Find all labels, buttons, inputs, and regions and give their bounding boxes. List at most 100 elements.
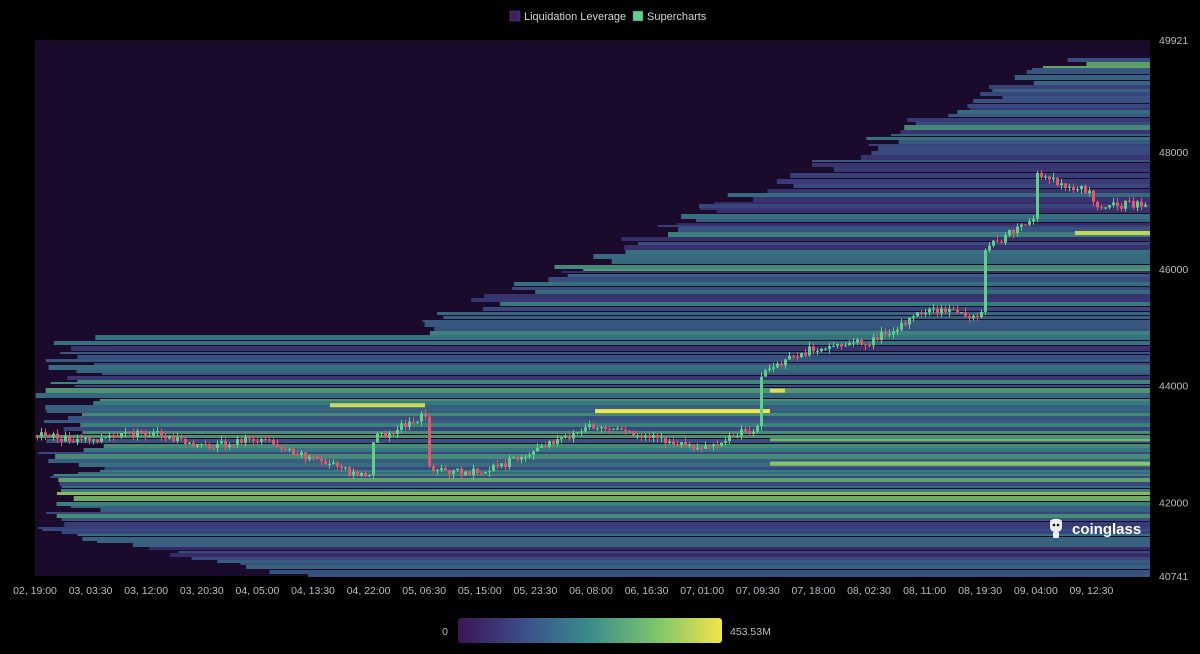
candle-body <box>728 435 731 441</box>
candle-body <box>472 468 475 475</box>
candle-body <box>764 370 767 377</box>
candle-body <box>436 470 439 471</box>
candle-body <box>216 443 219 448</box>
x-tick-label: 04, 05:00 <box>236 585 280 597</box>
candle-body <box>112 435 115 437</box>
candle-body <box>564 436 567 438</box>
heat-band <box>866 137 1150 140</box>
candle-body <box>876 337 879 341</box>
candle-body <box>36 435 39 437</box>
candle-body <box>388 433 391 438</box>
candle-body <box>932 308 935 310</box>
candle-body <box>1008 230 1011 235</box>
heat-band <box>217 560 1150 563</box>
candle-body <box>508 457 511 467</box>
candle-body <box>844 345 847 347</box>
x-tick-label: 07, 01:00 <box>680 585 724 597</box>
candle-body <box>928 308 931 313</box>
candle-body <box>1048 176 1051 180</box>
candle-body <box>684 442 687 446</box>
candle-body <box>716 444 719 446</box>
candle-body <box>96 439 99 442</box>
candle-body <box>520 457 523 460</box>
candle-body <box>136 430 139 437</box>
heat-band <box>443 316 1150 319</box>
candle-body <box>456 468 459 470</box>
liquidation-heatmap-chart: Liquidation Leverage Supercharts 02, 19:0… <box>0 0 1200 649</box>
candle-body <box>380 432 383 434</box>
heat-band <box>434 327 1150 331</box>
heat-band <box>132 543 1150 547</box>
watermark-text: coinglass <box>1072 521 1141 538</box>
heat-band <box>988 85 1150 89</box>
heat-band <box>681 214 1150 219</box>
candle-body <box>984 250 987 312</box>
candle-body <box>788 356 791 360</box>
heat-band <box>77 380 1150 382</box>
legend-label: Supercharts <box>647 11 707 23</box>
x-tick-label: 08, 11:00 <box>903 585 946 597</box>
heat-band <box>61 486 1151 488</box>
candle-body <box>840 344 843 347</box>
heat-band <box>727 193 1150 197</box>
candle-body <box>264 438 267 440</box>
candle-body <box>304 452 307 460</box>
x-tick-label: 04, 13:30 <box>291 585 335 597</box>
candle-body <box>220 440 223 444</box>
candle-body <box>1028 221 1031 225</box>
heat-band <box>973 99 1150 103</box>
heat-band <box>554 265 1150 269</box>
candle-body <box>824 348 827 350</box>
candle-body <box>284 448 287 450</box>
candle-body <box>144 433 147 437</box>
candle-body <box>1044 176 1047 178</box>
heat-band <box>71 346 1151 351</box>
heat-band <box>891 134 1150 136</box>
candle-body <box>1108 205 1111 208</box>
candle-body <box>180 437 183 439</box>
candle-body <box>808 346 811 356</box>
heat-band <box>149 547 1150 550</box>
heat-band <box>82 431 1150 434</box>
candle-body <box>332 462 335 464</box>
candle-body <box>816 351 819 353</box>
candle-body <box>888 334 891 336</box>
heat-band <box>56 492 1150 495</box>
candle-body <box>40 432 43 437</box>
candle-body <box>368 475 371 477</box>
candle-body <box>116 436 119 438</box>
candle-body <box>944 308 947 312</box>
candle-body <box>964 312 967 317</box>
candle-body <box>352 471 355 476</box>
candle-body <box>644 435 647 438</box>
candle-body <box>412 421 415 423</box>
heat-band <box>35 435 1151 438</box>
heat-band <box>776 179 1150 184</box>
legend-label: Liquidation Leverage <box>524 11 626 23</box>
candle-body <box>1060 183 1063 186</box>
heat-band <box>74 385 1151 387</box>
candle-body <box>528 455 531 457</box>
candle-body <box>404 423 407 427</box>
candle-body <box>172 436 175 441</box>
candle-body <box>668 441 671 444</box>
candle-body <box>52 433 55 437</box>
heat-band <box>77 355 1150 359</box>
heat-band <box>625 250 1150 254</box>
candle-body <box>772 367 775 369</box>
candle-body <box>56 433 59 439</box>
candle-body <box>72 441 75 443</box>
heat-band <box>1002 96 1150 99</box>
candle-body <box>664 437 667 444</box>
candle-body <box>480 473 483 474</box>
candle-body <box>560 437 563 440</box>
heat-band <box>45 388 1151 393</box>
x-tick-label: 05, 06:30 <box>402 585 446 597</box>
candle-body <box>780 363 783 366</box>
candle-body <box>1128 200 1131 202</box>
candle-body <box>812 346 815 352</box>
heat-band <box>967 104 1150 108</box>
candle-body <box>1144 204 1147 207</box>
candle-body <box>956 309 959 313</box>
heat-band <box>82 537 1150 541</box>
